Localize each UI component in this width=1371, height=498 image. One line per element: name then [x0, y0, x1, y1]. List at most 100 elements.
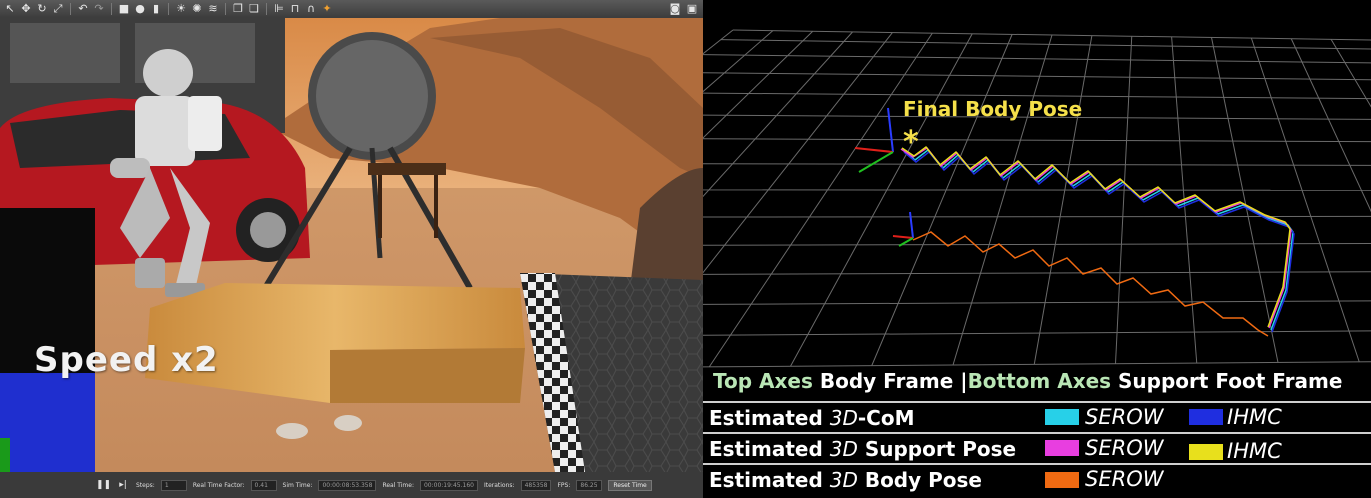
- grid-line: [703, 54, 1371, 64]
- grid-line: [1115, 36, 1133, 364]
- spot-light-icon[interactable]: ✺: [190, 2, 204, 16]
- cylinder-icon[interactable]: ▮: [149, 2, 163, 16]
- legend-swatch: [1045, 440, 1079, 456]
- grid-line: [703, 30, 774, 93]
- grid-line: [720, 39, 1371, 50]
- real-time-value: 00:00:19:45.160: [419, 479, 478, 491]
- grid-line: [708, 32, 933, 368]
- toolbar-divider: [266, 3, 267, 15]
- fps-label: FPS:: [557, 481, 571, 489]
- grid-line: [703, 300, 1371, 305]
- align-icon[interactable]: ⊫: [272, 2, 286, 16]
- final-body-pose-label: Final Body Pose: [903, 97, 1083, 121]
- camera-icon[interactable]: ◙: [668, 2, 682, 16]
- legend-label: Estimated 3D Body Pose: [709, 468, 982, 492]
- step-icon[interactable]: ▸|: [116, 478, 130, 492]
- sim-time-value: 00:00:08:53.358: [318, 479, 377, 491]
- grid-line: [871, 34, 1013, 366]
- grid-line: [703, 31, 853, 198]
- legend-entry-name: SEROW: [1085, 436, 1164, 460]
- body-frame-label: Body Frame: [819, 369, 954, 393]
- ihmc-support-pose-trajectory: [901, 145, 1291, 328]
- grid-line: [1033, 35, 1093, 365]
- fps-value: 86.25: [576, 479, 603, 491]
- trajectory-visualization: Final Body Pose * Top Axes Body Frame |B…: [703, 0, 1371, 498]
- grid-line: [1330, 39, 1371, 108]
- grid-line: [703, 30, 814, 139]
- playback-speed-label: Speed x2: [34, 340, 219, 380]
- iterations-value: 485358: [520, 479, 552, 491]
- scale-icon[interactable]: ⤢: [51, 2, 65, 16]
- legend-row-com: Estimated 3D-CoM SEROW IHMC: [703, 401, 1371, 432]
- legend-row-support-pose: Estimated 3D Support Pose SEROW IHMC: [703, 432, 1371, 463]
- frames-description: Top Axes Body Frame |Bottom Axes Support…: [713, 369, 1342, 393]
- sim-time-label: Sim Time:: [282, 481, 313, 489]
- rotate-icon[interactable]: ↻: [35, 2, 49, 16]
- top-axes-label: Top Axes: [713, 369, 813, 393]
- move-icon[interactable]: ✥: [19, 2, 33, 16]
- legend-entry-name: IHMC: [1227, 439, 1282, 463]
- ihmc-com-trajectory: [903, 150, 1295, 333]
- copy-icon[interactable]: ❐: [231, 2, 245, 16]
- grid-line: [732, 29, 1371, 41]
- body-frame-x-axis: [854, 147, 894, 153]
- legend-row-body-pose: Estimated 3D Body Pose SEROW: [703, 463, 1371, 494]
- grid-line: [703, 138, 1371, 143]
- body-frame-z-axis: [887, 107, 894, 153]
- paste-icon[interactable]: ❏: [247, 2, 261, 16]
- reset-time-button[interactable]: Reset Time: [608, 479, 652, 491]
- legend-swatch: [1045, 472, 1079, 488]
- sphere-icon[interactable]: ●: [133, 2, 147, 16]
- real-time-factor-label: Real Time Factor:: [192, 481, 245, 489]
- toolbar-divider: [225, 3, 226, 15]
- simulation-scene: [0, 18, 703, 472]
- grid-line: [703, 243, 1371, 246]
- body-frame-y-axis: [858, 151, 894, 173]
- joint-icon[interactable]: ∩: [304, 2, 318, 16]
- grid-line: [952, 34, 1053, 366]
- steps-label: Steps:: [136, 481, 155, 489]
- simulator-statusbar: ❚❚ ▸| Steps: 1 Real Time Factor: 0.41 Si…: [0, 472, 703, 498]
- toolbar-divider: [111, 3, 112, 15]
- pause-icon[interactable]: ❚❚: [96, 478, 111, 492]
- frames-separator: |: [960, 369, 968, 393]
- simulation-viewport[interactable]: Speed x2: [0, 18, 703, 472]
- final-body-pose-marker: *: [903, 125, 919, 160]
- undo-icon[interactable]: ↶: [76, 2, 90, 16]
- real-time-label: Real Time:: [382, 481, 414, 489]
- legend-entry-name: SEROW: [1085, 405, 1164, 429]
- grid-line: [703, 330, 1371, 336]
- grid-line: [1211, 37, 1279, 363]
- legend-entry-name: IHMC: [1227, 405, 1282, 429]
- box-icon[interactable]: ■: [117, 2, 131, 16]
- grid-line: [703, 271, 1371, 275]
- legend-swatch: [1189, 409, 1223, 425]
- sun-icon[interactable]: ☀: [174, 2, 188, 16]
- grid-line: [703, 32, 893, 274]
- grid-line: [703, 189, 1371, 191]
- legend-swatch: [1045, 409, 1079, 425]
- steps-input[interactable]: 1: [160, 479, 187, 491]
- legend-entry-name: SEROW: [1085, 467, 1164, 491]
- support-foot-x-axis: [892, 235, 914, 239]
- simulator-window: ↖ ✥ ↻ ⤢ ↶ ↷ ■ ● ▮ ☀ ✺ ≋ ❐ ❏ ⊫ ⊓ ∩ ✦ ◙ ▣: [0, 0, 703, 498]
- iterations-label: Iterations:: [483, 481, 515, 489]
- grid-line: [703, 163, 1371, 166]
- support-foot-frame-label: Support Foot Frame: [1118, 369, 1343, 393]
- bottom-axes-label: Bottom Axes: [967, 369, 1112, 393]
- real-time-factor-value: 0.41: [250, 479, 277, 491]
- redo-icon[interactable]: ↷: [92, 2, 106, 16]
- trajectory-legend: Estimated 3D-CoM SEROW IHMC Estimated 3D…: [703, 401, 1371, 494]
- snap-icon[interactable]: ⊓: [288, 2, 302, 16]
- legend-label: Estimated 3D Support Pose: [709, 437, 1017, 461]
- record-icon[interactable]: ▣: [685, 2, 699, 16]
- grid-line: [790, 33, 973, 367]
- support-foot-z-axis: [909, 211, 914, 239]
- grid-line: [703, 29, 734, 55]
- legend-swatch: [1189, 444, 1223, 460]
- dir-light-icon[interactable]: ≋: [206, 2, 220, 16]
- toolbar-divider: [70, 3, 71, 15]
- screenshot-icon[interactable]: ✦: [320, 2, 334, 16]
- select-arrow-icon[interactable]: ↖: [3, 2, 17, 16]
- simulator-toolbar: ↖ ✥ ↻ ⤢ ↶ ↷ ■ ● ▮ ☀ ✺ ≋ ❐ ❏ ⊫ ⊓ ∩ ✦ ◙ ▣: [0, 0, 703, 18]
